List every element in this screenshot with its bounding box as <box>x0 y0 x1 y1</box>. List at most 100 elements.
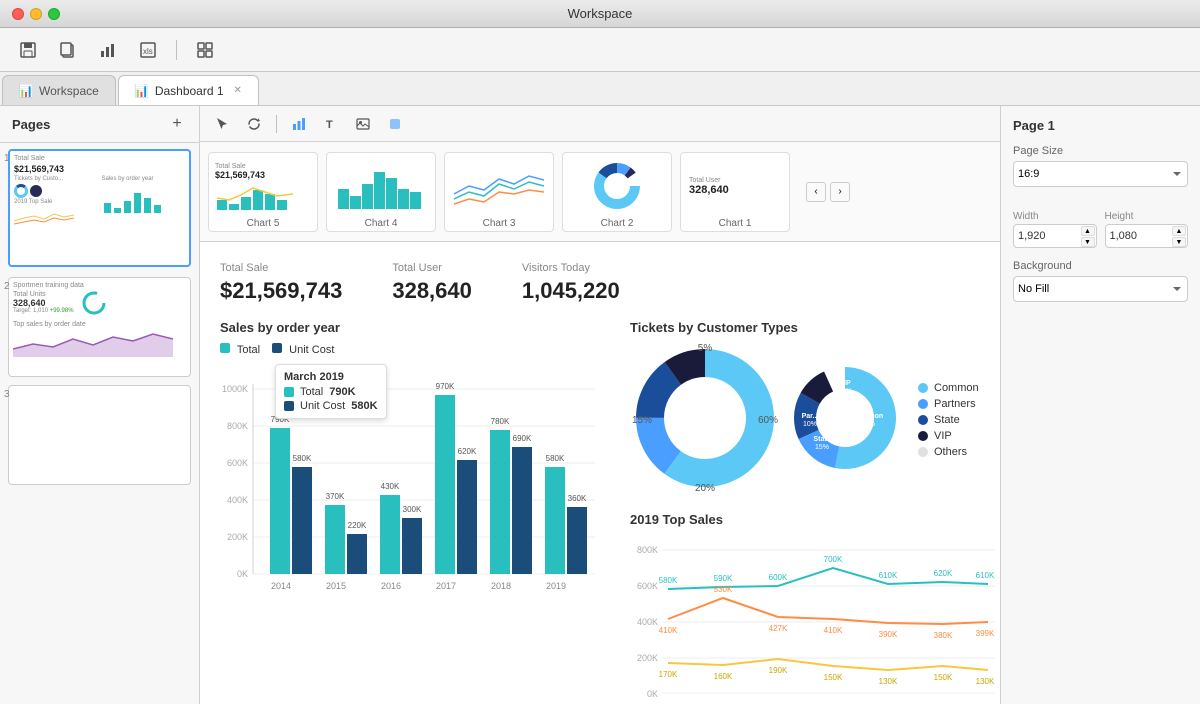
svg-text:380K: 380K <box>934 631 953 640</box>
total-user-kpi: Total User 328,640 <box>392 262 472 304</box>
shape-button[interactable] <box>381 111 409 137</box>
tooltip-unit-dot <box>284 401 294 411</box>
others-label: Others <box>934 446 967 458</box>
tab-dashboard1[interactable]: 📊 Dashboard 1 ✕ <box>118 75 259 105</box>
page-size-select[interactable]: 16:9 <box>1013 161 1188 187</box>
workspace-tab-icon: 📊 <box>19 84 33 98</box>
tickets-chart-title: Tickets by Customer Types <box>630 320 1000 335</box>
chart-toolbar: T <box>200 106 1000 142</box>
strip-prev-button[interactable]: ‹ <box>806 182 826 202</box>
donut-legend: Common Partners State <box>918 382 979 458</box>
chart-strip-3[interactable]: Chart 3 <box>444 152 554 232</box>
chart-strip-5[interactable]: Total Sale $21,569,743 Chart <box>208 152 318 232</box>
background-select[interactable]: No Fill <box>1013 276 1188 302</box>
total-sale-value: $21,569,743 <box>220 278 342 304</box>
svg-text:2019: 2019 <box>546 581 566 591</box>
svg-text:530K: 530K <box>714 585 733 594</box>
common-label: Common <box>934 382 979 394</box>
svg-text:2016: 2016 <box>381 581 401 591</box>
chart-strip-4[interactable]: Chart 4 <box>326 152 436 232</box>
charts-row: Sales by order year Total Unit Cost <box>220 320 980 704</box>
page-2-thumb[interactable]: 2 Sportmen training data Total Units 328… <box>8 277 191 377</box>
svg-text:10%: 10% <box>803 421 817 428</box>
height-up-button[interactable]: ▲ <box>1172 226 1186 236</box>
width-spinner: ▲ ▼ <box>1081 226 1095 247</box>
svg-text:390K: 390K <box>879 630 898 639</box>
svg-text:410K: 410K <box>659 626 678 635</box>
sidebar-header: Pages + <box>0 106 199 143</box>
total-legend-item: Total <box>220 343 260 356</box>
state-label: State <box>934 414 960 426</box>
chart-4-label: Chart 4 <box>365 218 398 229</box>
svg-text:0K: 0K <box>647 689 658 699</box>
image-button[interactable] <box>349 111 377 137</box>
height-spinner: ▲ ▼ <box>1172 226 1186 247</box>
tickets-charts-row: 5% 15% 20% 60% <box>630 343 1000 496</box>
page-3-number: 3 <box>4 389 10 400</box>
visitors-today-label: Visitors Today <box>522 262 620 274</box>
workspace-tab-label: Workspace <box>39 84 99 98</box>
page-2-number: 2 <box>4 281 10 292</box>
svg-text:580K: 580K <box>293 454 312 463</box>
svg-text:200K: 200K <box>227 532 248 542</box>
page-3-thumb[interactable]: 3 <box>8 385 191 485</box>
sidebar-title: Pages <box>12 117 50 132</box>
visitors-today-value: 1,045,220 <box>522 278 620 304</box>
dimensions-row: Width 1,920 ▲ ▼ Height 1,080 ▲ ▼ <box>1013 211 1188 248</box>
height-down-button[interactable]: ▼ <box>1172 237 1186 247</box>
tooltip-unit-label: Unit Cost <box>300 400 345 412</box>
width-group: Width 1,920 ▲ ▼ <box>1013 211 1097 248</box>
common-dot <box>918 383 928 393</box>
export-button[interactable]: xls <box>132 36 164 64</box>
layout-button[interactable] <box>189 36 221 64</box>
right-charts-section: Tickets by Customer Types <box>630 320 1000 704</box>
page-1-content: Total Sale $21,569,743 Tickets by Custo.… <box>8 149 191 267</box>
tooltip-unit-row: Unit Cost 580K <box>284 400 378 412</box>
kpi-row: Total Sale $21,569,743 Total User 328,64… <box>220 262 980 304</box>
strip-next-button[interactable]: › <box>830 182 850 202</box>
dashboard-tab-icon: 📊 <box>135 84 149 98</box>
tab-close-icon[interactable]: ✕ <box>234 85 242 96</box>
chart-button[interactable] <box>92 36 124 64</box>
minimize-button[interactable] <box>30 8 42 20</box>
svg-text:970K: 970K <box>436 382 455 391</box>
width-value: 1,920 <box>1018 230 1046 242</box>
page-1-thumb[interactable]: 1 Total Sale $21,569,743 Tickets by Cust… <box>8 149 191 267</box>
refresh-button[interactable] <box>240 111 268 137</box>
bar-chart-button[interactable] <box>285 111 313 137</box>
unit-cost-legend-label: Unit Cost <box>289 344 334 356</box>
pointer-button[interactable] <box>208 111 236 137</box>
svg-text:600K: 600K <box>227 458 248 468</box>
chart-strip-2[interactable]: Chart 2 <box>562 152 672 232</box>
width-input[interactable]: 1,920 ▲ ▼ <box>1013 224 1097 248</box>
chart-2-preview <box>569 157 665 216</box>
main-area: Pages + 1 Total Sale $21,569,743 Tickets… <box>0 106 1200 704</box>
copy-button[interactable] <box>52 36 84 64</box>
height-group: Height 1,080 ▲ ▼ <box>1105 211 1189 248</box>
svg-text:2017: 2017 <box>436 581 456 591</box>
svg-text:2014: 2014 <box>271 581 291 591</box>
svg-text:600K: 600K <box>769 573 788 582</box>
tab-workspace[interactable]: 📊 Workspace <box>2 75 116 105</box>
height-input[interactable]: 1,080 ▲ ▼ <box>1105 224 1189 248</box>
width-up-button[interactable]: ▲ <box>1081 226 1095 236</box>
top-sales-title: 2019 Top Sales <box>630 512 1000 527</box>
total-sale-label: Total Sale <box>220 262 342 274</box>
svg-text:370K: 370K <box>326 492 345 501</box>
add-page-button[interactable]: + <box>167 114 187 134</box>
main-toolbar: xls <box>0 28 1200 72</box>
tooltip-month: March 2019 <box>284 371 378 383</box>
width-down-button[interactable]: ▼ <box>1081 237 1095 247</box>
maximize-button[interactable] <box>48 8 60 20</box>
small-donut: VIP 10% Common 53% State 15% Par... 10% <box>790 363 900 476</box>
vip-dot <box>918 431 928 441</box>
sales-bar-chart: March 2019 Total 790K Unit Cost 580K <box>220 364 610 607</box>
chart-toolbar-sep-1 <box>276 115 277 133</box>
tooltip-total-label: Total <box>300 386 323 398</box>
save-button[interactable] <box>12 36 44 64</box>
chart-strip-1[interactable]: Total User 328,640 Chart 1 <box>680 152 790 232</box>
text-button[interactable]: T <box>317 111 345 137</box>
common-legend: Common <box>918 382 979 394</box>
svg-text:160K: 160K <box>714 672 733 681</box>
close-button[interactable] <box>12 8 24 20</box>
